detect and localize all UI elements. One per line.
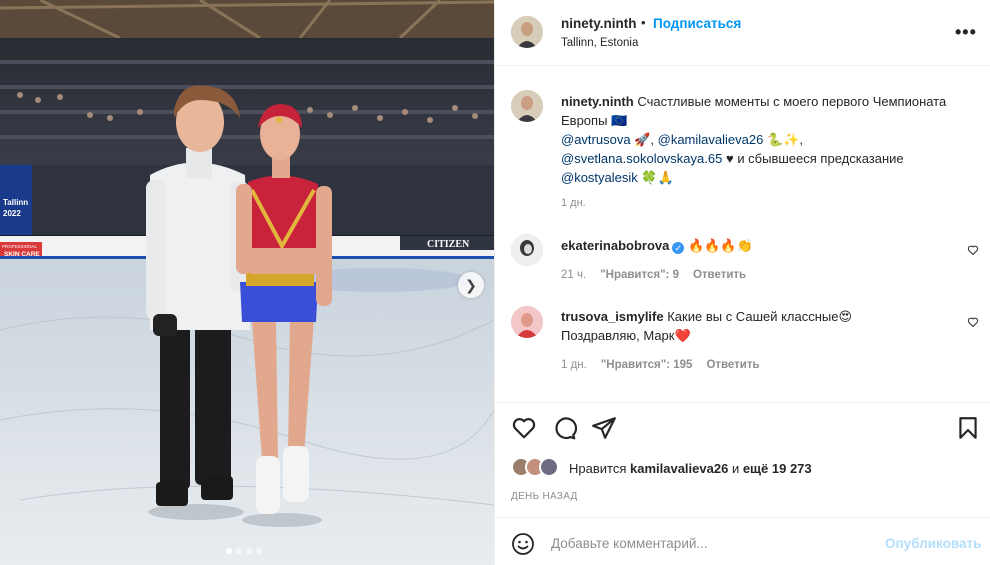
post-photo[interactable]: Tallinn 2022 PROFESSIONAL SKIN CARE CITI… bbox=[0, 0, 494, 565]
instagram-post: Tallinn 2022 PROFESSIONAL SKIN CARE CITI… bbox=[0, 0, 990, 565]
author-avatar[interactable] bbox=[511, 16, 543, 48]
snake-sparkle-emoji: 🐍✨ bbox=[766, 132, 800, 147]
comment-username[interactable]: trusova_ismylife bbox=[561, 309, 664, 324]
like-heart-icon[interactable] bbox=[511, 415, 537, 441]
like-comment-heart-icon[interactable] bbox=[967, 244, 979, 256]
liker-username[interactable]: kamilavalieva26 bbox=[630, 461, 728, 476]
photo-scene: Tallinn 2022 PROFESSIONAL SKIN CARE CITI… bbox=[0, 0, 494, 565]
mention-link[interactable]: @kostyalesik bbox=[561, 170, 638, 185]
avatar-image bbox=[511, 306, 543, 338]
likes-summary: Нравится kamilavalieva26 и ещё 19 273 bbox=[569, 461, 812, 476]
carousel-dot bbox=[256, 548, 262, 554]
likers-avatars[interactable] bbox=[511, 457, 567, 479]
liker-avatar bbox=[539, 457, 559, 477]
carousel-next-button[interactable]: ❯ bbox=[458, 272, 484, 298]
ad-left-top: PROFESSIONAL bbox=[2, 244, 38, 249]
mention-link[interactable]: @avtrusova bbox=[561, 132, 631, 147]
post-header: ninety.ninth • Подписаться Tallinn, Esto… bbox=[495, 0, 990, 66]
caption-separator: , bbox=[799, 132, 803, 147]
comment-likes[interactable]: "Нравится": 9 bbox=[600, 269, 679, 281]
avatar-image bbox=[511, 234, 543, 266]
likes-count[interactable]: ещё 19 273 bbox=[743, 461, 812, 476]
ad-right: CITIZEN bbox=[427, 239, 470, 250]
author-username[interactable]: ninety.ninth bbox=[561, 16, 637, 31]
carousel-dot bbox=[236, 548, 242, 554]
mention-link[interactable]: @svetlana.sokolovskaya.65 bbox=[561, 151, 722, 166]
banner-year: 2022 bbox=[3, 209, 21, 218]
comment-username[interactable]: ekaterinabobrova bbox=[561, 238, 669, 253]
emoji-smile-icon[interactable] bbox=[511, 532, 535, 556]
avatar-image bbox=[511, 16, 543, 48]
caption-username[interactable]: ninety.ninth bbox=[561, 94, 634, 109]
caption-text: и сбывшееся предсказание bbox=[737, 151, 904, 166]
banner-city: Tallinn bbox=[3, 198, 28, 207]
carousel-indicator bbox=[226, 548, 262, 554]
chevron-right-icon: ❯ bbox=[465, 276, 477, 293]
likes-prefix: Нравится bbox=[569, 461, 627, 476]
reply-button[interactable]: Ответить bbox=[693, 269, 746, 281]
comment-composer: Опубликовать bbox=[495, 517, 990, 565]
flag-emoji: 🇪🇺 bbox=[611, 113, 628, 128]
caption-time[interactable]: 1 дн. bbox=[561, 197, 586, 209]
clover-pray-emoji: 🍀🙏 bbox=[641, 170, 674, 185]
carousel-dot bbox=[246, 548, 252, 554]
mention-link[interactable]: @kamilavalieva26 bbox=[658, 132, 764, 147]
like-comment-heart-icon[interactable] bbox=[967, 316, 979, 328]
post-comment-button[interactable]: Опубликовать bbox=[885, 536, 981, 551]
comment-likes[interactable]: "Нравится": 195 bbox=[601, 359, 693, 371]
post-location[interactable]: Tallinn, Estonia bbox=[561, 37, 638, 49]
comment-time[interactable]: 1 дн. bbox=[561, 359, 587, 371]
caption-avatar[interactable] bbox=[511, 90, 543, 122]
post-side-panel: ninety.ninth • Подписаться Tallinn, Esto… bbox=[494, 0, 990, 565]
heart-emoji: ♥ bbox=[725, 151, 734, 166]
comment-bubble-icon[interactable] bbox=[551, 415, 577, 441]
comment-meta: 21 ч. "Нравится": 9 Ответить bbox=[561, 269, 746, 281]
rocket-emoji: 🚀 bbox=[634, 132, 651, 147]
commenter-avatar[interactable] bbox=[511, 234, 543, 266]
follow-button[interactable]: Подписаться bbox=[653, 16, 741, 31]
comment-meta: 1 дн. "Нравится": 195 Ответить bbox=[561, 359, 760, 371]
more-options-icon[interactable]: ••• bbox=[955, 22, 977, 43]
avatar-image bbox=[511, 90, 543, 122]
likes-and: и bbox=[731, 461, 740, 476]
header-separator: • bbox=[641, 15, 646, 30]
save-bookmark-icon[interactable] bbox=[955, 415, 981, 441]
post-caption: ninety.ninth Счастливые моменты с моего … bbox=[561, 92, 979, 187]
reply-button[interactable]: Ответить bbox=[706, 359, 759, 371]
comment-text: 🔥🔥🔥👏 bbox=[688, 238, 753, 253]
caption-separator: , bbox=[650, 132, 654, 147]
carousel-dot bbox=[226, 548, 232, 554]
comment-time[interactable]: 21 ч. bbox=[561, 269, 586, 281]
comment-body: ekaterinabobrova ✓ 🔥🔥🔥👏 bbox=[561, 236, 901, 255]
commenter-avatar[interactable] bbox=[511, 306, 543, 338]
comment-input[interactable] bbox=[551, 533, 851, 553]
post-date[interactable]: ДЕНЬ НАЗАД bbox=[511, 491, 578, 502]
share-paper-plane-icon[interactable] bbox=[591, 415, 617, 441]
comment-body: trusova_ismylife Какие вы с Сашей классн… bbox=[561, 307, 901, 345]
verified-badge-icon: ✓ bbox=[672, 242, 685, 254]
